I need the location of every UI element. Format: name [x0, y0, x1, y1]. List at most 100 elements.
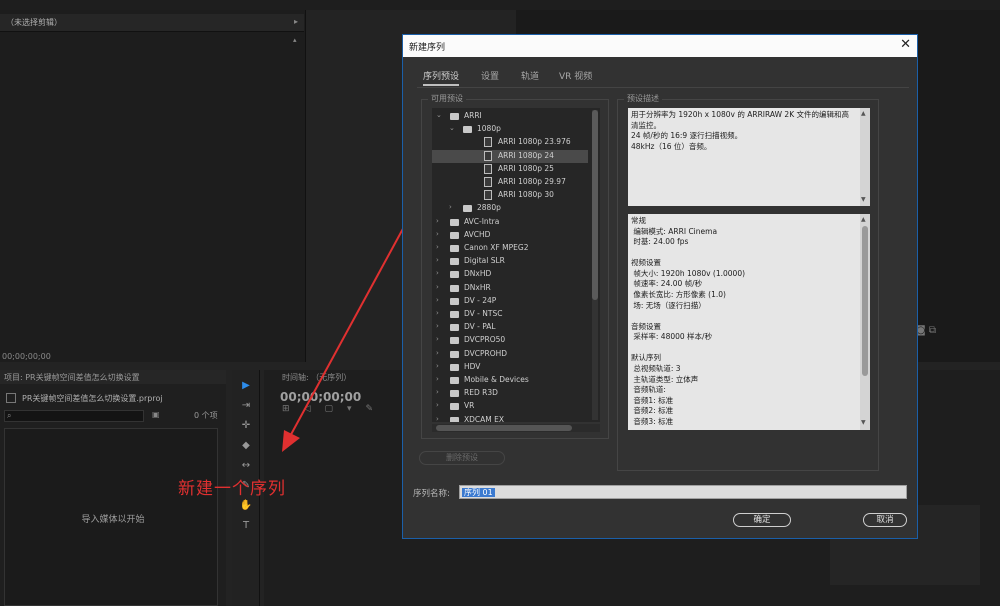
preset-folder-row[interactable]: › DV - 24P — [432, 295, 588, 308]
preset-label: RED R3D — [464, 388, 498, 398]
tab-sequence-presets[interactable]: 序列预设 — [423, 69, 460, 86]
preset-tree[interactable]: ⌄ ARRI ⌄ 1080p ARRI 1080p 23.976 ARRI 1080p 2… — [432, 108, 600, 422]
preset-folder-row[interactable]: › Mobile & Devices — [432, 374, 588, 387]
sequence-name-value: 序列 01 — [462, 488, 495, 497]
selection-tool-icon[interactable]: ▶ — [238, 380, 254, 394]
preset-file-icon — [484, 137, 492, 148]
tab-divider — [417, 87, 909, 88]
preset-folder-row[interactable]: › AVC-Intra — [432, 216, 588, 229]
chevron-right-icon[interactable]: › — [436, 362, 439, 370]
preset-label: 1080p — [477, 124, 501, 134]
preset-folder-row[interactable]: › VR — [432, 400, 588, 413]
preset-folder-row[interactable]: › DV - PAL — [432, 321, 588, 334]
preset-folder-row[interactable]: › DVCPROHD — [432, 348, 588, 361]
chevron-right-icon[interactable]: › — [436, 296, 439, 304]
chevron-right-icon[interactable]: › — [436, 388, 439, 396]
preset-folder-row[interactable]: › Digital SLR — [432, 255, 588, 268]
dialog-titlebar[interactable]: 新建序列 ✕ — [403, 35, 917, 57]
tab-tracks[interactable]: 轨道 — [521, 69, 539, 82]
preset-file-row[interactable]: ARRI 1080p 24 — [432, 149, 588, 163]
folder-icon — [450, 258, 459, 266]
chevron-right-icon[interactable]: › — [436, 375, 439, 383]
slip-tool-icon[interactable]: ↔ — [238, 460, 254, 474]
project-item-count: 0 个项 — [194, 411, 218, 420]
preset-label: DV - NTSC — [464, 309, 503, 318]
tab-vr-video[interactable]: VR 视频 — [559, 69, 592, 82]
preset-folder-row[interactable]: › HDV — [432, 361, 588, 374]
preset-folder-row[interactable]: › XDCAM EX — [432, 414, 588, 422]
sequence-name-label: 序列名称: — [413, 489, 450, 499]
folder-icon — [450, 337, 459, 345]
preset-file-icon — [484, 163, 492, 174]
chevron-right-icon[interactable]: › — [436, 283, 439, 291]
preset-file-row[interactable]: ARRI 1080p 29.97 — [432, 176, 588, 189]
type-tool-icon[interactable]: T — [238, 520, 254, 534]
chevron-right-icon[interactable]: › — [436, 309, 439, 317]
details-scrollbar[interactable]: ▲ ▼ — [860, 214, 870, 430]
track-select-tool-icon[interactable]: ⇥ — [238, 400, 254, 414]
chevron-down-icon[interactable]: ⌄ — [436, 111, 442, 119]
project-search-input[interactable]: ⌕ — [4, 410, 144, 422]
chevron-right-icon[interactable]: › — [449, 203, 452, 211]
chevron-right-icon[interactable]: › — [436, 322, 439, 330]
folder-icon — [450, 311, 459, 318]
chevron-right-icon[interactable]: › — [436, 230, 439, 238]
details-line — [631, 343, 867, 354]
preset-folder-row[interactable]: › Canon XF MPEG2 — [432, 242, 588, 255]
details-line: 默认序列 — [631, 353, 661, 363]
chevron-right-icon[interactable]: › — [436, 217, 439, 225]
preset-label: DVCPROHD — [464, 348, 508, 358]
source-clip-dropdown[interactable]: （未选择剪辑） ▸ — [0, 14, 304, 32]
preset-folder-row[interactable]: ⌄ ARRI — [432, 110, 588, 123]
export-frame-icon[interactable]: ◙ ⧉ — [916, 325, 936, 336]
ripple-edit-tool-icon[interactable]: ✛ — [238, 420, 254, 434]
chevron-right-icon[interactable]: › — [436, 415, 439, 422]
chevron-right-icon[interactable]: › — [436, 401, 439, 409]
description-scrollbar[interactable]: ▲ ▼ — [860, 108, 870, 206]
razor-tool-icon[interactable]: ◆ — [238, 440, 254, 454]
chevron-right-icon[interactable]: › — [436, 349, 439, 357]
details-line: 视频设置 — [631, 258, 661, 268]
folder-icon — [450, 231, 459, 239]
preset-folder-row[interactable]: › DVCPRO50 — [432, 334, 588, 347]
chevron-down-icon[interactable]: ⌄ — [449, 124, 455, 132]
preset-file-row[interactable]: ARRI 1080p 23.976 — [432, 136, 588, 149]
tab-settings[interactable]: 设置 — [481, 69, 499, 82]
hand-tool-icon[interactable]: ✋ — [238, 500, 254, 514]
hscrollbar-thumb[interactable] — [436, 425, 572, 431]
sequence-name-input[interactable]: 序列 01 — [459, 485, 907, 499]
folder-icon — [463, 126, 472, 134]
preset-label: DNxHR — [464, 282, 491, 292]
preset-description-label: 预设描述 — [624, 93, 662, 104]
preset-folder-row[interactable]: › RED R3D — [432, 387, 588, 400]
chevron-right-icon[interactable]: › — [436, 256, 439, 264]
preset-file-row[interactable]: ARRI 1080p 25 — [432, 163, 588, 176]
preset-folder-row[interactable]: › AVCHD — [432, 229, 588, 242]
available-presets-group: 可用预设 ⌄ ARRI ⌄ 1080p ARRI 1080p 23.976 ARRI 10… — [421, 93, 609, 439]
chevron-right-icon[interactable]: › — [436, 335, 439, 343]
preset-folder-row[interactable]: › DV - NTSC — [432, 308, 588, 321]
preset-folder-row[interactable]: › DNxHD — [432, 268, 588, 281]
folder-icon — [450, 363, 459, 371]
preset-folder-row[interactable]: › 2880p — [432, 202, 588, 215]
preset-folder-row[interactable]: › DNxHR — [432, 282, 588, 295]
chevron-right-icon[interactable]: › — [436, 243, 439, 251]
details-line: 像素长宽比: 方形像素 (1.0) — [631, 290, 726, 300]
chevron-right-icon[interactable]: › — [436, 269, 439, 277]
cancel-button[interactable]: 取消 — [863, 513, 907, 527]
delete-preset-button[interactable]: 删除预设 — [419, 451, 505, 465]
preset-file-icon — [484, 150, 492, 161]
scrollbar-thumb[interactable] — [592, 110, 598, 300]
details-line: 采样率: 48000 样本/秒 — [631, 332, 713, 342]
details-line — [631, 248, 867, 259]
tab-project[interactable]: 项目: PR关键帧空间差值怎么切换设置 — [0, 370, 226, 384]
preset-folder-row[interactable]: ⌄ 1080p — [432, 123, 588, 136]
new-bin-icon[interactable]: ▣ — [152, 410, 160, 419]
preset-tree-scrollbar[interactable] — [592, 110, 598, 420]
preset-tree-hscrollbar[interactable] — [432, 424, 600, 432]
close-icon[interactable]: ✕ — [900, 37, 911, 52]
folder-icon — [450, 377, 459, 384]
preset-file-row[interactable]: ARRI 1080p 30 — [432, 189, 588, 202]
ok-button[interactable]: 确定 — [733, 513, 791, 527]
folder-icon — [450, 390, 459, 398]
